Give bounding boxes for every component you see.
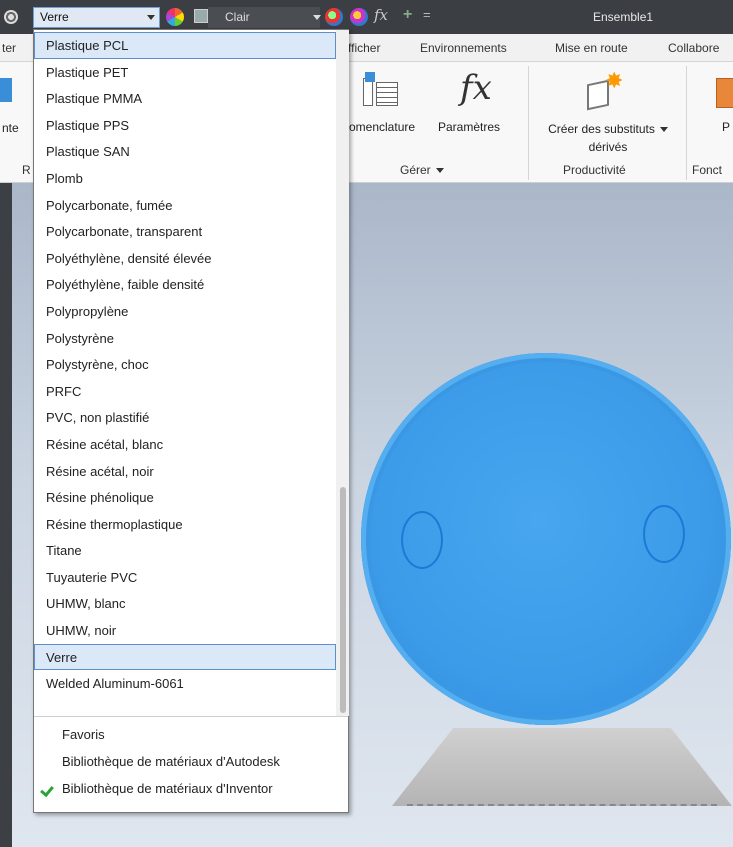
- chevron-down-icon[interactable]: [313, 15, 321, 20]
- material-item[interactable]: Résine phénolique: [34, 484, 336, 511]
- check-icon: [42, 782, 56, 792]
- material-item[interactable]: Plastique SAN: [34, 138, 336, 165]
- fx-icon[interactable]: fx: [374, 6, 388, 24]
- adjust-appearance-icon[interactable]: [325, 8, 343, 26]
- tab-collaborer[interactable]: Collabore: [668, 41, 719, 55]
- right-hole-edge[interactable]: [643, 505, 685, 563]
- derived-substitutes-button[interactable]: Créer des substituts dérivés: [538, 120, 678, 156]
- material-item[interactable]: Verre: [34, 643, 336, 671]
- dropdown-scrollbar[interactable]: [336, 30, 349, 716]
- library-autodesk[interactable]: Bibliothèque de matériaux d'Autodesk: [34, 748, 348, 776]
- feature-tool-label[interactable]: P: [722, 120, 730, 134]
- chevron-down-icon[interactable]: [147, 15, 155, 20]
- library-label: Bibliothèque de matériaux d'Inventor: [62, 781, 273, 796]
- scrollbar-thumb[interactable]: [340, 487, 346, 713]
- material-item[interactable]: Polystyrène, choc: [34, 351, 336, 378]
- base-stand-model[interactable]: [392, 728, 732, 806]
- tab-environnements[interactable]: Environnements: [420, 41, 507, 55]
- material-item[interactable]: PRFC: [34, 378, 336, 405]
- material-dropdown[interactable]: Plastique PCL Plastique PET Plastique PMMA…: [33, 29, 349, 813]
- material-item[interactable]: Polystyrène: [34, 325, 336, 352]
- sphere-model[interactable]: [361, 353, 731, 725]
- partial-tool-label[interactable]: nte: [2, 121, 19, 135]
- material-item[interactable]: Titane: [34, 537, 336, 564]
- group-gerer-label: Gérer: [400, 163, 431, 177]
- library-favoris[interactable]: Favoris: [34, 721, 348, 749]
- color-wheel-icon[interactable]: [166, 8, 184, 26]
- chevron-down-icon: [435, 168, 444, 174]
- appearance-combo-value: Clair: [225, 10, 250, 24]
- tab-mise-en-route[interactable]: Mise en route: [555, 41, 628, 55]
- material-item[interactable]: Résine acétal, noir: [34, 458, 336, 485]
- material-item[interactable]: PVC, non plastifié: [34, 404, 336, 431]
- parameters-fx-icon[interactable]: fx: [460, 68, 492, 108]
- material-item[interactable]: Polycarbonate, transparent: [34, 218, 336, 245]
- material-item[interactable]: Plastique PET: [34, 59, 336, 86]
- library-label: Favoris: [62, 727, 105, 742]
- derived-label-line2: dérivés: [588, 140, 628, 154]
- left-hole-edge[interactable]: [401, 511, 443, 569]
- tab-afficher[interactable]: fficher: [348, 41, 380, 55]
- group-separator: [528, 66, 529, 180]
- material-combo-value: Verre: [40, 10, 69, 24]
- bill-of-materials-icon[interactable]: [363, 72, 399, 108]
- material-item[interactable]: Tuyauterie PVC: [34, 564, 336, 591]
- window-title: Ensemble1: [593, 10, 654, 24]
- derived-substitutes-icon[interactable]: ✸: [583, 70, 623, 111]
- partial-tool-icon: [0, 78, 12, 102]
- feature-tool-icon[interactable]: [716, 78, 733, 108]
- left-panel-edge: [0, 183, 12, 847]
- clear-appearance-icon[interactable]: [350, 8, 368, 26]
- customize-icon[interactable]: =: [423, 7, 431, 22]
- material-item[interactable]: UHMW, blanc: [34, 590, 336, 617]
- group-separator: [686, 66, 687, 180]
- material-browser-icon[interactable]: [4, 10, 18, 24]
- group-productivite: Productivité: [563, 163, 626, 177]
- material-item[interactable]: Plastique PMMA: [34, 85, 336, 112]
- material-item[interactable]: Welded Aluminum-6061: [34, 670, 336, 697]
- material-item[interactable]: Polyéthylène, densité élevée: [34, 245, 336, 272]
- group-gerer[interactable]: Gérer: [400, 163, 444, 177]
- library-inventor[interactable]: Bibliothèque de matériaux d'Inventor: [34, 775, 348, 803]
- group-fonctions: Fonct: [692, 163, 723, 177]
- library-label: Bibliothèque de matériaux d'Autodesk: [62, 754, 280, 769]
- material-item[interactable]: Résine acétal, blanc: [34, 431, 336, 458]
- tab-partial-left[interactable]: ter: [2, 41, 16, 55]
- appearance-swatch-icon: [194, 9, 208, 23]
- material-item[interactable]: Plastique PCL: [34, 32, 336, 59]
- material-item[interactable]: Polypropylène: [34, 298, 336, 325]
- parameters-button-label[interactable]: Paramètres: [438, 120, 500, 134]
- material-item[interactable]: Polycarbonate, fumée: [34, 192, 336, 219]
- material-item[interactable]: Résine thermoplastique: [34, 511, 336, 538]
- material-item[interactable]: UHMW, noir: [34, 617, 336, 644]
- derived-label-line1: Créer des substituts: [548, 122, 655, 136]
- material-combo[interactable]: Verre: [33, 7, 160, 28]
- partial-group-label: R: [22, 163, 31, 177]
- material-list: Plastique PCL Plastique PET Plastique PMMA…: [34, 32, 336, 697]
- material-item[interactable]: Polyéthylène, faible densité: [34, 271, 336, 298]
- appearance-combo[interactable]: Clair: [208, 7, 321, 28]
- chevron-down-icon: [659, 127, 668, 133]
- material-item[interactable]: Plastique PPS: [34, 112, 336, 139]
- add-icon[interactable]: +: [403, 6, 412, 24]
- dropdown-divider: [34, 716, 348, 717]
- base-edge-dashed: [407, 804, 717, 806]
- material-item[interactable]: Plomb: [34, 165, 336, 192]
- bom-button-label[interactable]: omenclature: [349, 120, 415, 134]
